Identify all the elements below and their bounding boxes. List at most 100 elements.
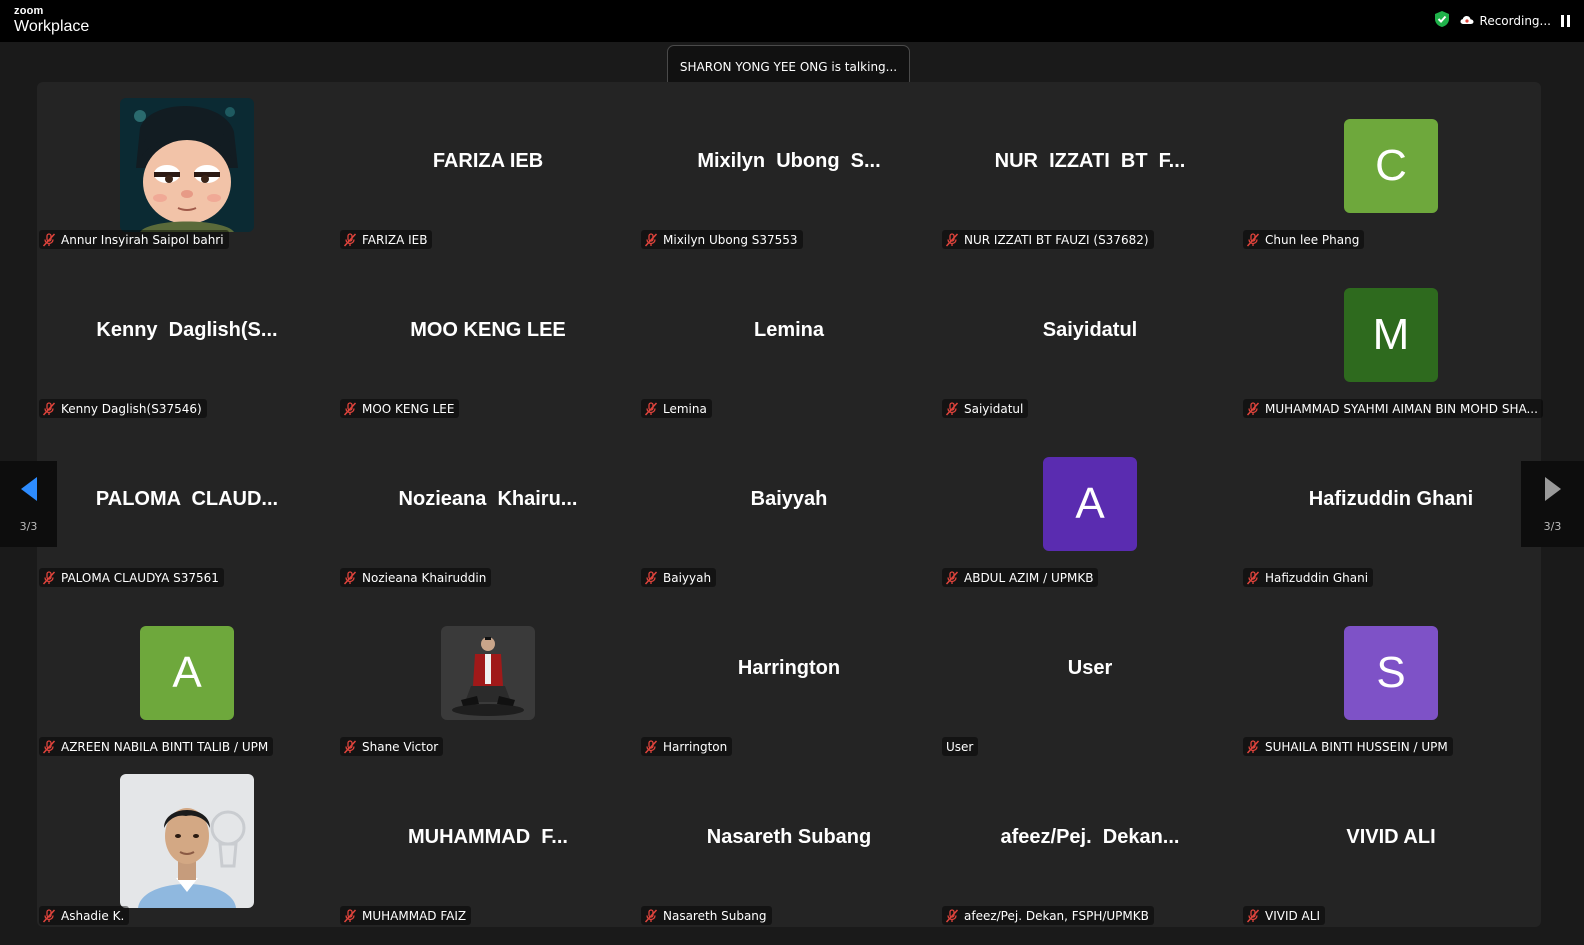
participant-name: Shane Victor (362, 739, 439, 754)
recording-indicator[interactable]: Recording... (1460, 14, 1551, 28)
participant-tile[interactable]: Nozieana Khairu... Nozieana Khairuddin (338, 420, 638, 589)
participant-tile[interactable]: M MUHAMMAD SYAHMI AIMAN BIN MOHD SHA... (1241, 251, 1543, 420)
triangle-right-icon (1544, 476, 1562, 506)
participant-name: afeez/Pej. Dekan, FSPH/UPMKB (964, 908, 1149, 923)
mic-muted-icon (1246, 908, 1260, 923)
brand-small: zoom (14, 5, 44, 17)
participant-name: FARIZA IEB (362, 232, 428, 247)
participant-name-tag: SUHAILA BINTI HUSSEIN / UPM (1243, 737, 1453, 756)
participant-name-tag: NUR IZZATI BT FAUZI (S37682) (942, 230, 1154, 249)
participant-name-tag: Ashadie K. (39, 906, 130, 925)
participant-name: Annur Insyirah Saipol bahri (61, 232, 224, 247)
mic-muted-icon (644, 232, 658, 247)
participant-tile[interactable]: VIVID ALI VIVID ALI (1241, 758, 1541, 927)
participant-tile[interactable]: MUHAMMAD F... MUHAMMAD FAIZ (338, 758, 638, 927)
participant-name-tag: AZREEN NABILA BINTI TALIB / UPM (39, 737, 274, 756)
shield-check-icon[interactable] (1434, 10, 1450, 32)
participant-tile[interactable]: Shane Victor (338, 589, 638, 758)
participant-tile[interactable]: MOO KENG LEE MOO KENG LEE (338, 251, 638, 420)
mic-muted-icon (945, 401, 959, 416)
initial-avatar: C (1344, 119, 1438, 213)
participant-name-tag: User (942, 737, 979, 756)
participant-name: ABDUL AZIM / UPMKB (964, 570, 1094, 585)
participant-name: Saiyidatul (964, 401, 1024, 416)
participant-name-tag: Chun lee Phang (1243, 230, 1365, 249)
participant-display-name: Hafizuddin Ghani (1308, 488, 1474, 510)
participant-tile[interactable]: User User (940, 589, 1240, 758)
mic-muted-icon (343, 232, 357, 247)
participant-name: Harrington (663, 739, 728, 754)
participant-tile[interactable]: Hafizuddin Ghani Hafizuddin Ghani (1241, 420, 1541, 589)
page-indicator-right: 3/3 (1543, 519, 1562, 533)
profile-photo (441, 626, 535, 720)
participant-name: AZREEN NABILA BINTI TALIB / UPM (61, 739, 269, 754)
participant-name-tag: VIVID ALI (1243, 906, 1325, 925)
participant-display-name: Harrington (737, 657, 841, 679)
participant-name: Lemina (663, 401, 707, 416)
participant-display-name: User (1067, 657, 1113, 679)
initial-avatar: M (1344, 288, 1438, 382)
participant-tile[interactable]: Baiyyah Baiyyah (639, 420, 939, 589)
participant-name: MUHAMMAD FAIZ (362, 908, 467, 923)
participant-display-name: Kenny Daglish(S... (96, 319, 278, 341)
participant-name-tag: afeez/Pej. Dekan, FSPH/UPMKB (942, 906, 1154, 925)
participant-name-tag: FARIZA IEB (340, 230, 433, 249)
participant-tile[interactable]: NUR IZZATI BT F... NUR IZZATI BT FAUZI (S… (940, 82, 1240, 251)
participant-tile[interactable]: A ABDUL AZIM / UPMKB (940, 420, 1240, 589)
participant-tile[interactable]: Nasareth Subang Nasareth Subang (639, 758, 939, 927)
participant-name-tag: MOO KENG LEE (340, 399, 460, 418)
participant-tile[interactable]: S SUHAILA BINTI HUSSEIN / UPM (1241, 589, 1541, 758)
next-page-button[interactable]: 3/3 (1521, 461, 1584, 547)
mic-muted-icon (42, 739, 56, 754)
participant-display-name: Nasareth Subang (706, 826, 872, 848)
participant-name: Baiyyah (663, 570, 712, 585)
participant-name-tag: Hafizuddin Ghani (1243, 568, 1374, 587)
participant-tile[interactable]: Harrington Harrington (639, 589, 939, 758)
participant-display-name: Baiyyah (750, 488, 828, 510)
mic-muted-icon (644, 908, 658, 923)
mic-muted-icon (644, 401, 658, 416)
participant-name: VIVID ALI (1265, 908, 1320, 923)
previous-page-button[interactable]: 3/3 (0, 461, 57, 547)
participant-tile[interactable]: FARIZA IEB FARIZA IEB (338, 82, 638, 251)
participant-name-tag: Annur Insyirah Saipol bahri (39, 230, 229, 249)
participant-name: Ashadie K. (61, 908, 125, 923)
cloud-icon (1460, 14, 1474, 28)
mic-muted-icon (343, 908, 357, 923)
participant-display-name: Nozieana Khairu... (398, 488, 578, 510)
participant-name: Nozieana Khairuddin (362, 570, 487, 585)
participant-name: Nasareth Subang (663, 908, 767, 923)
participant-display-name: FARIZA IEB (432, 150, 544, 172)
pause-recording-icon[interactable] (1561, 15, 1570, 27)
participant-tile[interactable]: Mixilyn Ubong S... Mixilyn Ubong S37553 (639, 82, 939, 251)
participant-name-tag: Shane Victor (340, 737, 444, 756)
participant-tile[interactable]: afeez/Pej. Dekan... afeez/Pej. Dekan, FSP… (940, 758, 1240, 927)
participant-tile[interactable]: Kenny Daglish(S... Kenny Daglish(S37546) (37, 251, 337, 420)
participant-tile[interactable]: Ashadie K. (37, 758, 337, 927)
participant-name-tag: Nozieana Khairuddin (340, 568, 492, 587)
participant-name: NUR IZZATI BT FAUZI (S37682) (964, 232, 1149, 247)
participant-tile[interactable]: Saiyidatul Saiyidatul (940, 251, 1240, 420)
participant-tile[interactable]: Annur Insyirah Saipol bahri (37, 82, 337, 251)
participant-tile[interactable]: A AZREEN NABILA BINTI TALIB / UPM (37, 589, 337, 758)
top-bar: zoom Workplace Recording... (0, 0, 1584, 42)
participant-name-tag: Lemina (641, 399, 712, 418)
participant-name: PALOMA CLAUDYA S37561 (61, 570, 219, 585)
participant-name-tag: Harrington (641, 737, 733, 756)
participant-tile[interactable]: PALOMA CLAUD... PALOMA CLAUDYA S37561 (37, 420, 337, 589)
participant-name-tag: ABDUL AZIM / UPMKB (942, 568, 1099, 587)
participant-display-name: VIVID ALI (1346, 826, 1436, 848)
mic-muted-icon (1246, 401, 1260, 416)
recording-label: Recording... (1479, 14, 1551, 28)
participant-name: Chun lee Phang (1265, 232, 1360, 247)
participant-display-name: PALOMA CLAUD... (95, 488, 279, 510)
mic-muted-icon (343, 401, 357, 416)
participant-tile[interactable]: C Chun lee Phang (1241, 82, 1541, 251)
mic-muted-icon (42, 570, 56, 585)
participant-tile[interactable]: Lemina Lemina (639, 251, 939, 420)
page-indicator-left: 3/3 (19, 519, 38, 533)
mic-muted-icon (42, 401, 56, 416)
mic-muted-icon (945, 232, 959, 247)
mic-muted-icon (1246, 570, 1260, 585)
participant-name: Mixilyn Ubong S37553 (663, 232, 798, 247)
